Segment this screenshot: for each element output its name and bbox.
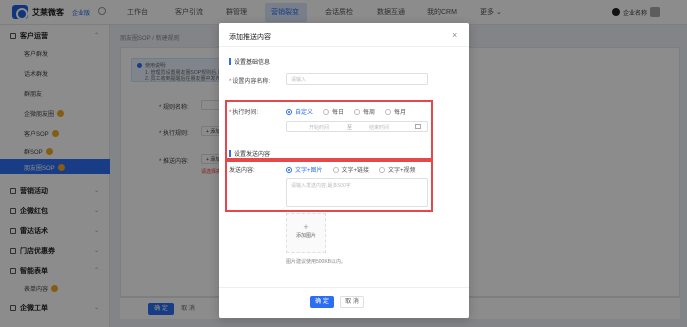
divider: [219, 46, 469, 47]
dialog-title: 添加推送内容: [229, 34, 271, 41]
date-separator: 至: [347, 125, 353, 131]
divider: [219, 287, 469, 288]
content-name-input[interactable]: 请输入: [286, 73, 428, 85]
send-content-radio-group: 文字+图片 文字+链接 文字+视频: [286, 165, 416, 174]
radio-text-image[interactable]: 文字+图片: [286, 165, 323, 174]
radio-text-link[interactable]: 文字+链接: [332, 165, 369, 174]
calendar-icon: [415, 124, 421, 129]
exec-time-radio-group: 自定义 每日 每周 每月: [286, 107, 406, 116]
add-image-upload[interactable]: + 添加图片: [286, 213, 326, 253]
dialog-confirm-button[interactable]: 确 定: [310, 296, 334, 308]
radio-custom[interactable]: 自定义: [286, 107, 313, 116]
section-send-content: 设置发送内容: [229, 149, 270, 158]
upload-hint: 图片建议使用500KB以内。: [286, 259, 347, 265]
exec-time-label: *执行时间:: [229, 110, 259, 116]
dialog-cancel-button[interactable]: 取 消: [340, 296, 364, 308]
content-name-label: *设置内容名称:: [229, 79, 271, 85]
close-icon[interactable]: ×: [452, 30, 457, 40]
radio-monthly[interactable]: 每月: [385, 107, 406, 116]
add-push-content-dialog: 添加推送内容 × 设置基础信息 *设置内容名称: 请输入 *执行时间: 自定义 …: [219, 23, 469, 318]
radio-daily[interactable]: 每日: [323, 107, 344, 116]
section-marker: [229, 58, 231, 65]
radio-text-video[interactable]: 文字+视频: [379, 165, 416, 174]
upload-label: 添加图片: [295, 233, 316, 239]
section-basic-info: 设置基础信息: [229, 57, 270, 66]
section-marker: [229, 150, 231, 157]
start-date[interactable]: 开始时间: [309, 124, 329, 131]
plus-icon: +: [303, 222, 309, 232]
end-date[interactable]: 结束时间: [369, 124, 389, 131]
date-range-picker[interactable]: 开始时间 至 结束时间: [286, 121, 428, 132]
radio-weekly[interactable]: 每周: [354, 107, 375, 116]
send-content-label: 发送内容:: [229, 168, 255, 174]
send-content-textarea[interactable]: 请输入发送内容,最多500字: [286, 178, 428, 207]
